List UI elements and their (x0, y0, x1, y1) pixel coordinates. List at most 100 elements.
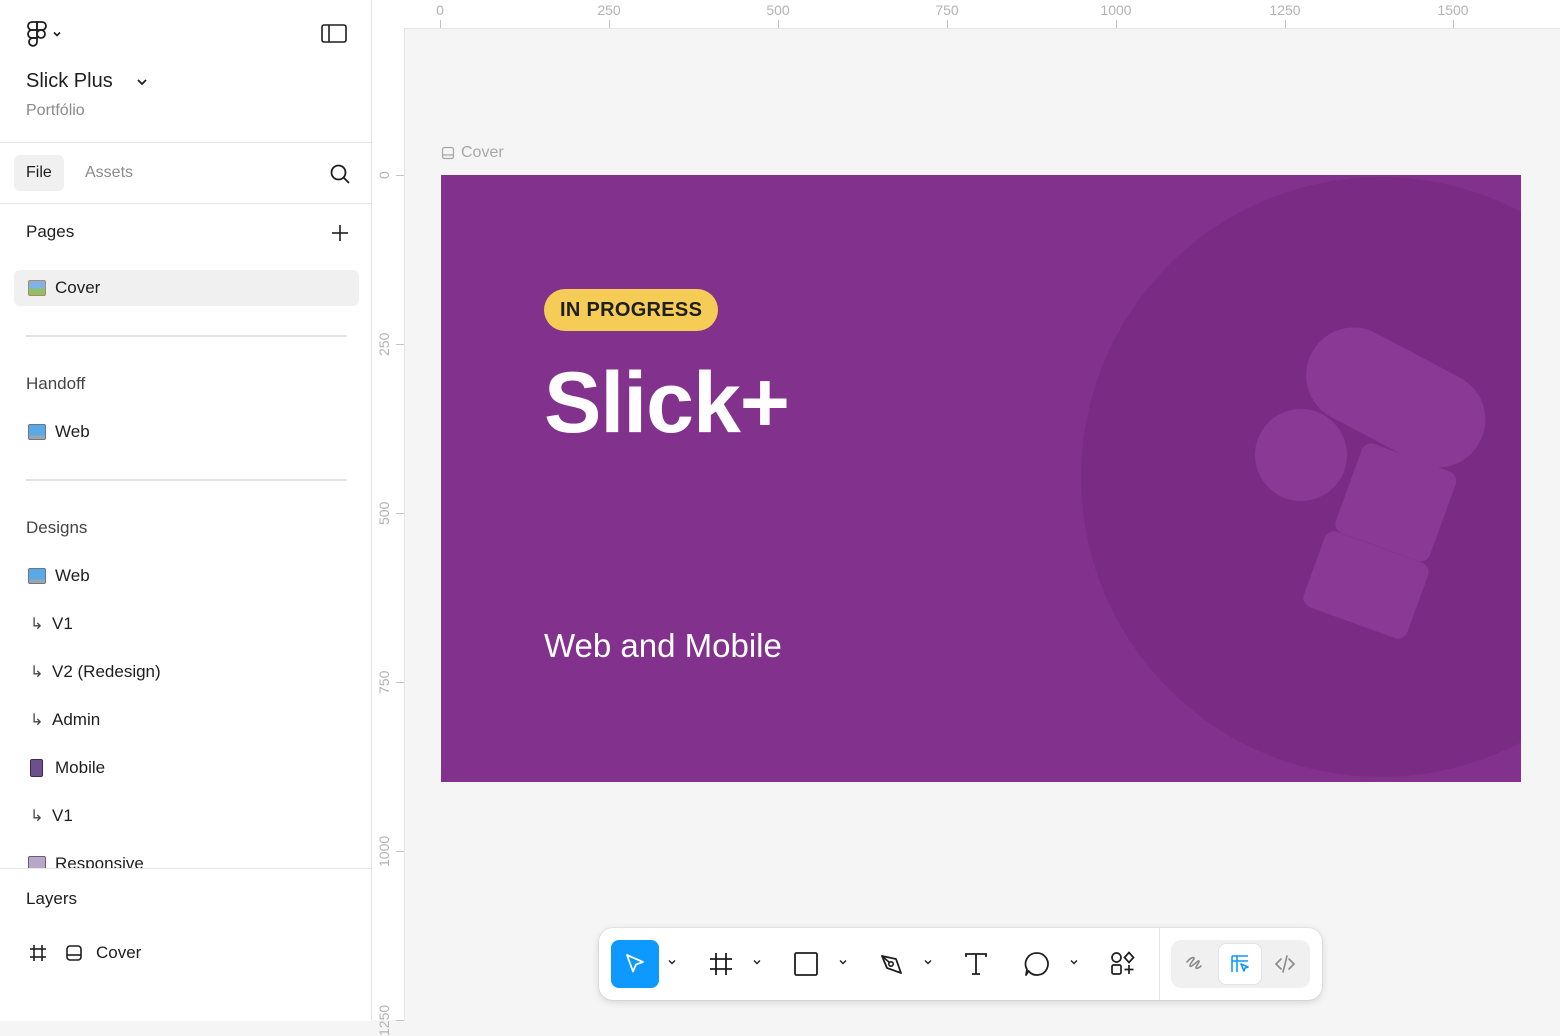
chevron-down-icon (53, 31, 61, 37)
cursor-arrow-icon (626, 954, 644, 973)
page-divider (26, 335, 347, 337)
draw-mode-button[interactable] (1174, 944, 1216, 984)
layers-panel: Layers Cover (0, 868, 371, 1021)
mobile-emoji-icon (30, 759, 43, 777)
page-label: V2 (Redesign) (52, 662, 161, 681)
actions-shapes-icon (1111, 951, 1135, 975)
layer-name: Cover (96, 943, 142, 962)
project-name[interactable]: Slick Plus (26, 70, 113, 93)
frame-hash-icon (710, 953, 732, 975)
comment-bubble-icon (1024, 952, 1049, 976)
team-name[interactable]: Portfólio (26, 102, 85, 120)
responsive-emoji-icon (28, 856, 46, 868)
computer-emoji-icon (28, 424, 46, 440)
sidebar-tabs: File Assets (0, 143, 371, 204)
ruler-tick (396, 851, 404, 852)
move-tool-button[interactable] (611, 940, 659, 988)
figma-watermark-icon (1081, 177, 1521, 777)
cover-title: Slick+ (544, 355, 790, 451)
pages-list: Cover Handoff Web Designs Web ↳ V1 ↳ V2 … (0, 262, 371, 868)
subpage-arrow-icon: ↳ (30, 808, 44, 825)
cover-subtitle: Web and Mobile (544, 627, 782, 664)
status-badge: IN PROGRESS (544, 289, 719, 331)
figma-logo-icon (27, 21, 47, 47)
vertical-ruler: 0 250 500 750 1000 1250 (372, 28, 405, 1036)
page-item-web-v2[interactable]: ↳ V2 (Redesign) (14, 654, 359, 690)
page-item-mobile[interactable]: Mobile (14, 750, 359, 786)
ruler-tick-label: 500 (376, 501, 392, 525)
layer-row-cover[interactable]: Cover (26, 941, 141, 965)
comment-tool-button[interactable] (1013, 940, 1061, 988)
tab-assets[interactable]: Assets (73, 155, 145, 191)
search-icon[interactable] (328, 162, 352, 186)
pen-tool-button[interactable] (868, 940, 916, 988)
frame-hash-icon (30, 945, 46, 961)
ruler-tick (396, 682, 404, 683)
page-section-designs[interactable]: Designs (14, 510, 359, 546)
text-icon (965, 953, 987, 975)
ruler-tick-label: 250 (597, 2, 621, 18)
horizontal-ruler: 0 250 500 750 1000 1250 1500 (372, 0, 1560, 29)
ruler-tick-label: 1250 (376, 1004, 392, 1036)
page-item-designs-web[interactable]: Web (14, 558, 359, 594)
frame-label-text: Cover (461, 144, 504, 161)
frame-name-label[interactable]: Cover (441, 144, 504, 162)
page-label: V1 (52, 614, 73, 633)
ruler-tick-label: 0 (436, 2, 444, 18)
dev-mode-button[interactable] (1264, 944, 1306, 984)
frame-tool-button[interactable] (697, 940, 745, 988)
ruler-tick (440, 20, 441, 28)
subpage-arrow-icon: ↳ (30, 616, 44, 633)
chevron-down-icon[interactable] (751, 956, 763, 968)
page-section-handoff[interactable]: Handoff (14, 366, 359, 402)
toolbar-separator (1159, 928, 1160, 1000)
subpage-arrow-icon: ↳ (30, 664, 44, 681)
add-page-icon[interactable] (328, 221, 352, 245)
design-mode-icon (1231, 955, 1249, 972)
page-label: Web (55, 422, 90, 441)
chevron-down-icon[interactable] (1068, 956, 1080, 968)
tab-file[interactable]: File (14, 155, 64, 191)
page-item-handoff-web[interactable]: Web (14, 414, 359, 450)
page-item-admin[interactable]: ↳ Admin (14, 702, 359, 738)
ruler-tick (1285, 20, 1286, 28)
ruler-tick (396, 513, 404, 514)
ruler-tick (1116, 20, 1117, 28)
draw-squiggle-icon (1186, 956, 1202, 970)
page-item-web-v1[interactable]: ↳ V1 (14, 606, 359, 642)
computer-emoji-icon (28, 568, 46, 584)
main-menu-button[interactable] (26, 20, 66, 48)
page-label: V1 (52, 806, 73, 825)
image-emoji-icon (28, 280, 46, 296)
actions-tool-button[interactable] (1099, 940, 1147, 988)
rectangle-tool-button[interactable] (782, 940, 830, 988)
ruler-tick-label: 250 (376, 332, 392, 356)
ruler-tick (778, 20, 779, 28)
page-label: Cover (55, 278, 101, 297)
ruler-tick-label: 750 (376, 670, 392, 694)
ruler-tick-label: 1250 (1269, 2, 1301, 18)
text-tool-button[interactable] (952, 940, 1000, 988)
chevron-down-icon[interactable] (837, 956, 849, 968)
chevron-down-icon[interactable] (666, 956, 678, 968)
ruler-tick (609, 20, 610, 28)
toggle-sidebar-icon[interactable] (320, 22, 350, 46)
page-item-cover[interactable]: Cover (14, 270, 359, 306)
page-divider (26, 479, 347, 481)
ruler-tick-label: 750 (935, 2, 959, 18)
cover-frame[interactable]: IN PROGRESS Slick+ Web and Mobile (441, 175, 1521, 782)
ruler-tick (396, 175, 404, 176)
ruler-tick-label: 1000 (1100, 2, 1132, 18)
page-item-responsive[interactable]: Responsive (14, 846, 359, 868)
project-header: Slick Plus Portfólio (0, 0, 371, 143)
code-brackets-icon (1274, 955, 1296, 973)
left-sidebar: Slick Plus Portfólio File Assets Pages C… (0, 0, 372, 1021)
chevron-down-icon[interactable] (922, 956, 934, 968)
ruler-tick-label: 1000 (376, 835, 392, 867)
pen-nib-icon (881, 955, 902, 974)
page-item-mobile-v1[interactable]: ↳ V1 (14, 798, 359, 834)
design-mode-button[interactable] (1219, 944, 1261, 984)
section-layout-icon (441, 146, 455, 160)
chevron-down-icon[interactable] (134, 74, 150, 90)
ruler-tick-label: 1500 (1437, 2, 1469, 18)
